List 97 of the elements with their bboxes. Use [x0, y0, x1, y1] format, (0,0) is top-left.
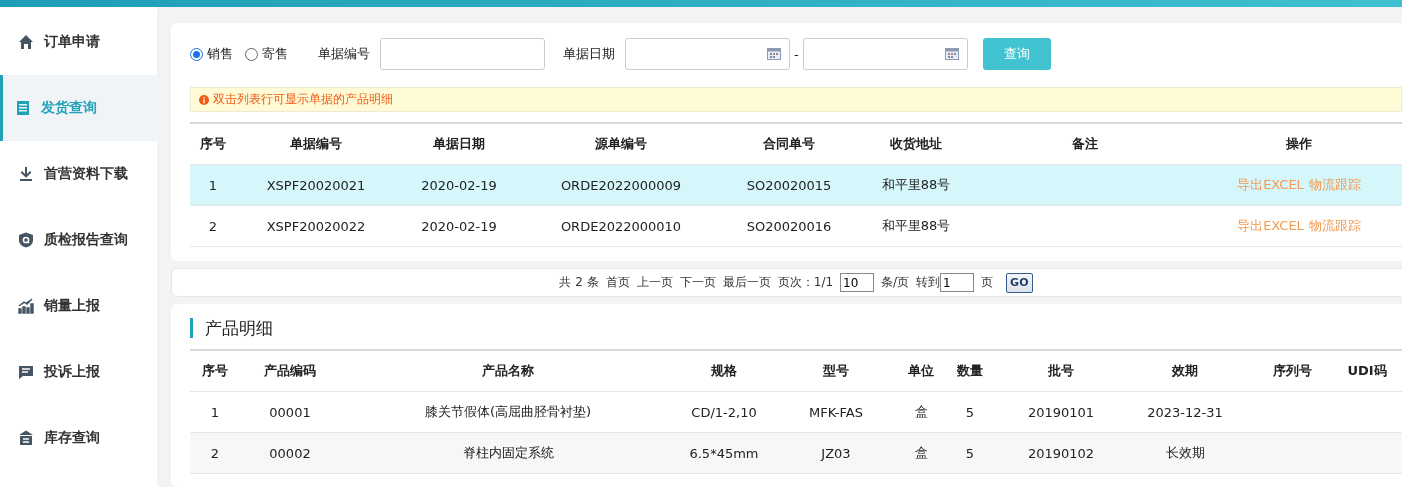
column-header: 序号 — [199, 135, 227, 153]
page-size-field[interactable]: 10 — [840, 273, 875, 293]
sidebar-item[interactable]: 库存查询 — [0, 405, 157, 471]
section-title: 产品明细 — [190, 318, 273, 339]
sidebar-item[interactable]: 质检报告查询 — [0, 207, 157, 273]
radio-icon[interactable] — [245, 47, 258, 61]
table-cell-text: 00001 — [268, 404, 312, 420]
page-info: 页次：1/1 — [777, 274, 834, 292]
table-cell-text: SO20020016 — [745, 218, 833, 234]
calendar-icon[interactable] — [944, 48, 959, 60]
doc-number-field[interactable] — [380, 38, 545, 70]
column-header: 单据日期 — [432, 135, 486, 153]
table-cell-text: 2023-12-31 — [1146, 404, 1224, 420]
sidebar-item[interactable]: 首营资料下载 — [0, 141, 157, 207]
column-header: 数量 — [956, 362, 984, 381]
notice-text: 双击列表行可显示单据的产品明细 — [213, 91, 393, 108]
table-cell-text: 2 — [209, 445, 221, 461]
date-field[interactable] — [625, 38, 790, 70]
table-cell-text: CD/1-2,10 — [690, 404, 758, 420]
sidebar-label: 订单申请 — [44, 33, 100, 51]
column-header: 序号 — [201, 362, 229, 381]
table-cell-text: ORDE2022000010 — [559, 218, 683, 234]
column-header: 合同单号 — [762, 135, 816, 153]
sidebar-label: 发货查询 — [41, 99, 97, 117]
info-icon — [199, 94, 209, 105]
radio-icon[interactable] — [190, 47, 203, 61]
column-header: 操作 — [1285, 135, 1313, 153]
list-icon — [15, 100, 31, 116]
total-count: 共 2 条 — [559, 274, 599, 292]
table-cell-text: 2020-02-19 — [420, 177, 498, 193]
column-header: 产品编码 — [263, 362, 317, 381]
radio-option[interactable]: 销售 — [190, 45, 233, 63]
sidebar-item[interactable]: 销量上报 — [0, 273, 157, 339]
table-cell-text: 脊柱内固定系统 — [461, 444, 555, 463]
date-separator: - — [794, 46, 799, 62]
table-cell-text: 20190102 — [1026, 445, 1096, 461]
calendar-icon[interactable] — [767, 48, 781, 60]
table-cell-text: 00002 — [268, 445, 312, 461]
chart-icon — [18, 298, 34, 314]
column-header: 收货地址 — [889, 135, 943, 153]
warehouse-icon — [18, 430, 34, 446]
column-header: 批号 — [1047, 362, 1075, 381]
table-cell-text: XSPF20020022 — [265, 218, 367, 234]
page-link[interactable]: 上一页 — [636, 274, 673, 292]
go-button[interactable]: GO — [1006, 272, 1033, 293]
column-header: 单据编号 — [289, 135, 343, 153]
table-cell-text: SO20020015 — [745, 177, 833, 193]
table-cell-text: 6.5*45mm — [688, 445, 760, 461]
table-cell-text: XSPF20020021 — [265, 177, 367, 193]
per-page-label: 条/页 — [881, 274, 910, 292]
column-header: 源单编号 — [594, 135, 648, 153]
column-header: 单位 — [907, 362, 935, 381]
table-cell-text: 长效期 — [1164, 444, 1206, 463]
page-link[interactable]: 首页 — [605, 274, 630, 292]
table-cell-text: 1 — [209, 404, 221, 420]
field-label: 单据编号 — [318, 45, 370, 63]
column-header: UDI码 — [1346, 362, 1388, 381]
column-header: 效期 — [1171, 362, 1199, 381]
sidebar-label: 质检报告查询 — [44, 231, 128, 249]
shield-icon — [18, 232, 34, 248]
table-cell-text: 5 — [964, 445, 976, 461]
table-cell-text: ORDE2022000009 — [559, 177, 683, 193]
table-cell-text: 2 — [207, 218, 219, 234]
page-unit-label: 页 — [981, 274, 994, 292]
table-cell-text: 和平里88号 — [880, 176, 952, 194]
sidebar-item[interactable]: 投诉上报 — [0, 339, 157, 405]
goto-label: 转到 — [916, 274, 941, 292]
date-field[interactable] — [802, 38, 968, 70]
home-icon — [18, 34, 34, 50]
column-header: 型号 — [822, 362, 850, 381]
table-row[interactable]: 2 00002 脊柱内固定系统 6.5*45mm JZ03 盒 5 20190102 长效期 — [190, 433, 1402, 475]
page-link[interactable]: 下一页 — [679, 274, 716, 292]
column-header: 序列号 — [1271, 362, 1313, 381]
sidebar-label: 首营资料下载 — [44, 165, 128, 183]
sidebar-label: 库存查询 — [44, 429, 100, 447]
download-icon — [18, 166, 34, 182]
sidebar-label: 销量上报 — [44, 297, 100, 315]
sidebar-item[interactable]: 订单申请 — [0, 9, 157, 75]
table-cell-text: 盒 — [913, 403, 929, 422]
table-cell-text: 和平里88号 — [880, 217, 952, 235]
table-cell-text: JZ03 — [819, 445, 852, 461]
column-header: 备注 — [1071, 135, 1099, 153]
radio-option[interactable]: 寄售 — [245, 45, 288, 63]
page-link[interactable]: 最后一页 — [722, 274, 771, 292]
goto-page-field[interactable]: 1 — [940, 273, 975, 293]
message-icon — [18, 364, 34, 380]
column-header: 产品名称 — [481, 362, 535, 381]
table-cell-text: MFK-FAS — [808, 404, 864, 420]
sidebar-label: 投诉上报 — [44, 363, 100, 381]
field-label: 单据日期 — [563, 45, 615, 63]
table-cell-text: 5 — [964, 404, 976, 420]
table-cell-text: 1 — [207, 177, 219, 193]
table-cell-text: 盒 — [913, 444, 929, 463]
table-cell-text: 2020-02-19 — [420, 218, 498, 234]
table-cell-text: 膝关节假体(高屈曲胫骨衬垫) — [423, 403, 593, 422]
table-cell-text: 20190101 — [1026, 404, 1096, 420]
column-header: 规格 — [710, 362, 738, 381]
